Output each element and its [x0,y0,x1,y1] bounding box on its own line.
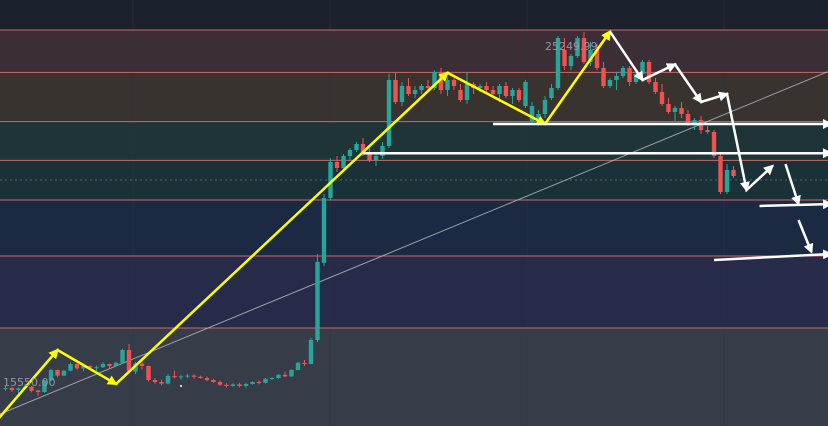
candle-body-12 [74,364,80,369]
candle-body-104 [672,108,678,112]
candle-body-33 [211,380,216,382]
candle-body-97 [627,68,632,82]
candle-body-84 [542,100,548,114]
candle-body-36 [230,384,236,386]
candle-body-16 [100,364,106,368]
candle-body-96 [620,68,626,76]
candle-body-45 [289,370,294,377]
zone-5 [0,256,828,328]
candle-body-25 [159,382,164,384]
candle-body-101 [653,82,658,92]
candle-body-103 [666,104,671,112]
candle-body-47 [302,362,307,364]
candle-body-35 [224,384,229,386]
candle-body-98 [633,74,639,82]
candle-body-30 [191,375,197,377]
candle-body-58 [373,156,379,160]
candle-body-10 [61,370,67,376]
candle-body-62 [399,86,405,102]
candle-body-105 [679,108,684,114]
candle-body-81 [523,82,528,106]
small-dot [179,384,183,388]
candle-body-106 [685,114,691,124]
candle-body-22 [139,363,145,366]
candle-body-102 [659,92,665,104]
candle-body-82 [529,106,535,122]
candle-body-46 [295,362,301,370]
candle-body-79 [510,90,515,96]
candle-body-63 [406,86,411,94]
candle-body-28 [178,376,184,378]
candle-body-39 [250,382,255,384]
candle-body-55 [354,144,359,150]
candle-body-109 [705,130,710,132]
candle-body-59 [380,146,385,156]
candle-body-75 [484,86,489,90]
candle-body-6 [35,390,41,392]
candle-body-70 [451,80,457,86]
candle-body-24 [152,380,158,382]
candle-body-113 [731,170,736,176]
candle-body-93 [601,68,606,86]
candle-body-41 [263,378,268,383]
zone-3 [0,160,828,200]
candle-body-99 [640,62,645,74]
candle-body-29 [185,375,190,377]
candle-body-23 [146,366,151,380]
candle-body-80 [516,90,522,100]
price-chart[interactable]: 25249.99 15550.00 [0,0,828,426]
candle-body-37 [237,384,242,386]
candle-body-60 [386,80,392,146]
candle-body-44 [282,374,288,377]
candle-body-48 [308,340,314,364]
candle-body-31 [198,376,203,378]
candle-body-95 [614,76,619,80]
candle-body-18 [113,362,119,366]
low-price-label: 15550.00 [3,376,56,389]
candle-body-43 [276,374,281,378]
candle-body-72 [464,84,470,100]
candle-body-19 [120,350,125,363]
candle-body-61 [393,80,398,102]
candle-body-77 [497,86,502,94]
candle-body-17 [107,364,112,366]
candle-body-76 [490,90,496,94]
candle-body-65 [419,86,424,90]
candle-body-52 [334,162,340,168]
candle-body-88 [568,56,574,66]
candle-body-49 [315,262,320,340]
candle-body-20 [126,350,132,371]
candle-body-94 [607,80,613,86]
candle-body-111 [718,156,723,192]
high-price-label: 25249.99 [545,40,598,53]
candle-body-26 [165,376,171,384]
candle-body-38 [243,384,249,386]
candle-body-50 [321,198,327,263]
candle-body-11 [68,364,73,371]
candle-body-85 [549,88,554,98]
candle-body-40 [256,382,262,383]
candle-body-34 [217,382,223,385]
zone-0 [0,30,828,73]
zone-2 [0,121,828,161]
candle-body-71 [458,90,463,100]
candle-body-32 [204,378,210,380]
zone-1 [0,72,828,122]
candle-body-112 [724,170,730,192]
candle-body-54 [347,150,353,156]
candle-body-69 [445,80,450,90]
candle-body-15 [94,367,99,369]
candle-body-64 [412,90,418,94]
candle-body-66 [425,86,431,88]
zone-top [0,0,828,30]
candle-body-78 [503,86,509,96]
candle-body-42 [269,378,275,379]
candle-body-27 [172,376,177,378]
zone-4 [0,200,828,256]
chart-root: 25249.99 15550.00 [0,0,828,426]
candle-body-53 [341,156,346,168]
candle-body-9 [55,370,60,376]
